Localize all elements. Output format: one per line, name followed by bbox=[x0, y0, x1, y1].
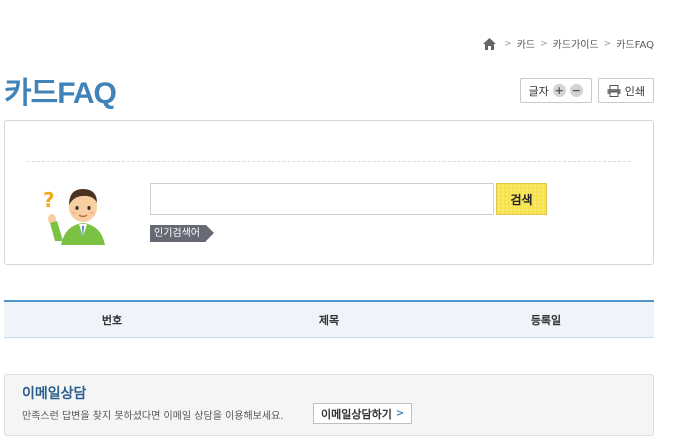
faq-search-panel: ? 검색 인기검색어 bbox=[4, 120, 654, 265]
home-icon[interactable] bbox=[482, 37, 497, 51]
print-label: 인쇄 bbox=[624, 84, 645, 98]
breadcrumb-separator: > bbox=[603, 38, 612, 49]
email-consult-button[interactable]: 이메일상담하기 > bbox=[313, 403, 413, 424]
font-size-control: 글자 + − bbox=[519, 78, 592, 103]
column-header-number: 번호 bbox=[101, 313, 123, 327]
print-button[interactable]: 인쇄 bbox=[597, 78, 654, 103]
email-consult-panel: 이메일상담 만족스런 답변을 찾지 못하셨다면 이메일 상담을 이용해보세요. … bbox=[4, 374, 654, 436]
email-consult-title: 이메일상담 bbox=[22, 386, 87, 402]
breadcrumb-item-card-faq[interactable]: 카드FAQ bbox=[616, 36, 654, 51]
breadcrumb-separator: > bbox=[504, 38, 512, 49]
search-input[interactable] bbox=[150, 183, 494, 215]
search-button[interactable]: 검색 bbox=[496, 183, 547, 215]
page-tools: 글자 + − 인쇄 bbox=[519, 78, 654, 103]
question-character-icon: ? bbox=[43, 183, 115, 247]
font-size-label: 글자 bbox=[528, 84, 549, 98]
breadcrumb: > 카드 > 카드가이드 > 카드FAQ bbox=[482, 36, 654, 51]
email-consult-button-label: 이메일상담하기 bbox=[321, 407, 392, 421]
faq-table-header: 번호 제목 등록일 bbox=[4, 300, 654, 338]
font-decrease-button[interactable]: − bbox=[569, 84, 583, 97]
breadcrumb-item-card-guide[interactable]: 카드가이드 bbox=[553, 36, 599, 51]
svg-text:?: ? bbox=[43, 188, 55, 212]
font-increase-button[interactable]: + bbox=[552, 84, 566, 97]
column-header-date: 등록일 bbox=[530, 313, 562, 327]
divider bbox=[27, 161, 631, 162]
popular-keywords-label[interactable]: 인기검색어 bbox=[150, 225, 214, 242]
breadcrumb-item-card[interactable]: 카드 bbox=[517, 36, 535, 51]
email-consult-description: 만족스런 답변을 찾지 못하셨다면 이메일 상담을 이용해보세요. bbox=[22, 411, 284, 422]
chevron-right-icon: > bbox=[395, 408, 405, 419]
column-header-title: 제목 bbox=[318, 313, 340, 327]
breadcrumb-separator: > bbox=[540, 38, 548, 49]
page-title: 카드FAQ bbox=[4, 77, 117, 110]
printer-icon bbox=[607, 84, 621, 97]
